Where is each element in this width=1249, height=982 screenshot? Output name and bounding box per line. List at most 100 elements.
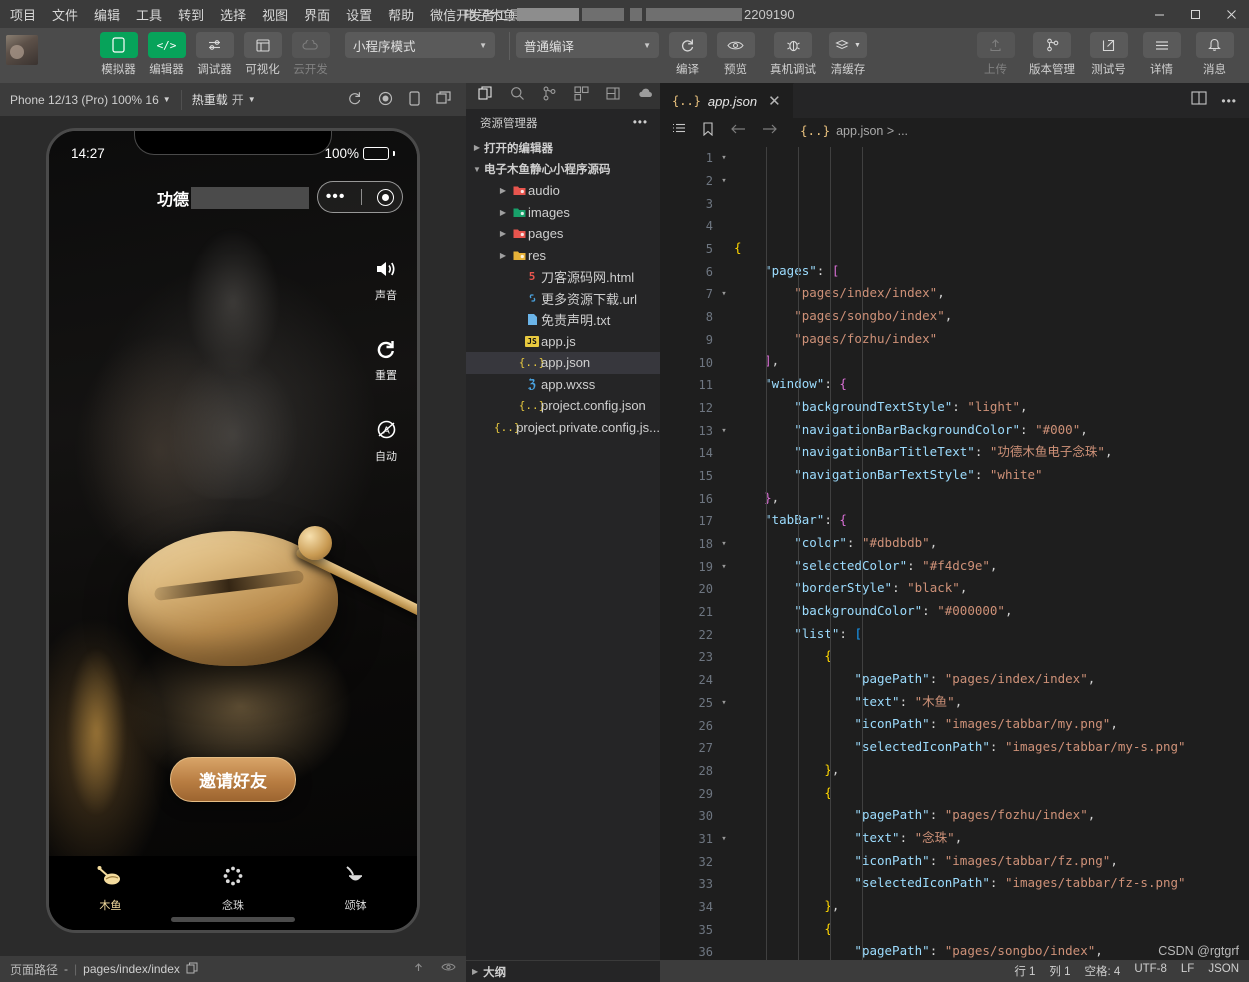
code-line-20[interactable]: "pagePath": "pages/index/index",	[734, 668, 1249, 691]
status-item-3[interactable]: UTF-8	[1134, 963, 1167, 979]
toolbar-editor-button[interactable]: </> 编辑器	[144, 32, 189, 77]
fold-toggle[interactable]: ▾	[718, 539, 730, 549]
code-content[interactable]: { "pages": [ "pages/index/index", "pages…	[734, 143, 1249, 960]
status-item-4[interactable]: LF	[1181, 963, 1194, 979]
toolbar-message-button[interactable]: 消息	[1192, 32, 1237, 77]
code-line-8[interactable]: "backgroundTextStyle": "light",	[734, 396, 1249, 419]
code-line-7[interactable]: "window": {	[734, 373, 1249, 396]
code-line-13[interactable]: "tabBar": {	[734, 509, 1249, 532]
record-icon[interactable]	[378, 91, 393, 109]
tree-item-audio[interactable]: ▶ audio	[466, 180, 660, 202]
code-line-2[interactable]: "pages": [	[734, 260, 1249, 283]
toolbar-debugger-button[interactable]: 调试器	[192, 32, 237, 77]
code-line-31[interactable]: {	[734, 918, 1249, 941]
multi-window-icon[interactable]	[436, 90, 452, 109]
toolbar-compile-button[interactable]: 编译	[665, 32, 710, 77]
code-line-27[interactable]: "text": "念珠",	[734, 827, 1249, 850]
capsule-more-icon[interactable]: •••	[326, 189, 346, 205]
bookmark-icon[interactable]	[702, 122, 714, 139]
tree-item--txt[interactable]: 免责声明.txt	[466, 309, 660, 331]
code-line-14[interactable]: "color": "#dbdbdb",	[734, 532, 1249, 555]
eye-status-icon[interactable]	[441, 961, 456, 977]
fold-toggle[interactable]: ▾	[718, 289, 730, 299]
code-line-23[interactable]: "selectedIconPath": "images/tabbar/my-s.…	[734, 736, 1249, 759]
device-select[interactable]: Phone 12/13 (Pro) 100% 16 ▼	[0, 93, 181, 107]
toolbar-details-button[interactable]: 详情	[1139, 32, 1184, 77]
explorer-icon[interactable]	[478, 86, 493, 106]
fold-toggle[interactable]: ▾	[718, 698, 730, 708]
tree-item-images[interactable]: ▶ images	[466, 202, 660, 224]
reset-action[interactable]: 重置	[375, 339, 397, 383]
forward-arrow-icon[interactable]	[762, 123, 778, 138]
compile-select[interactable]: 普通编译 ▼	[516, 32, 659, 58]
device-icon[interactable]	[409, 90, 420, 109]
close-icon[interactable]: ✕	[768, 92, 781, 110]
fold-toggle[interactable]: ▾	[718, 176, 730, 186]
toolbar-preview-button[interactable]: 预览	[713, 32, 758, 77]
tree-item-res[interactable]: ▶ res	[466, 245, 660, 267]
tree-item-app-wxss[interactable]: ℨapp.wxss	[466, 374, 660, 396]
menu-item-4[interactable]: 转到	[170, 2, 212, 27]
code-line-26[interactable]: "pagePath": "pages/fozhu/index",	[734, 804, 1249, 827]
menu-item-8[interactable]: 设置	[338, 2, 380, 27]
code-line-25[interactable]: {	[734, 782, 1249, 805]
hot-reload-control[interactable]: 热重载 开 ▼	[182, 91, 266, 108]
extensions-icon[interactable]	[574, 86, 589, 106]
toolbar-simulator-button[interactable]: 模拟器	[96, 32, 141, 77]
status-item-1[interactable]: 列 1	[1049, 963, 1070, 979]
code-line-18[interactable]: "list": [	[734, 623, 1249, 646]
code-line-3[interactable]: "pages/index/index",	[734, 282, 1249, 305]
code-line-22[interactable]: "iconPath": "images/tabbar/my.png",	[734, 713, 1249, 736]
tree-item-pages[interactable]: ▶ pages	[466, 223, 660, 245]
back-arrow-icon[interactable]	[730, 123, 746, 138]
outline-icon[interactable]	[672, 123, 686, 138]
toolbar-upload-button[interactable]: 上传	[973, 32, 1018, 77]
status-item-2[interactable]: 空格: 4	[1085, 963, 1121, 979]
code-line-5[interactable]: "pages/fozhu/index"	[734, 328, 1249, 351]
menu-item-5[interactable]: 选择	[212, 2, 254, 27]
editor-tab-appjson[interactable]: {..} app.json ✕	[660, 83, 794, 118]
auto-action[interactable]: A 自动	[375, 419, 397, 464]
code-line-6[interactable]: ],	[734, 350, 1249, 373]
menu-item-6[interactable]: 视图	[254, 2, 296, 27]
code-line-9[interactable]: "navigationBarBackgroundColor": "#000",	[734, 419, 1249, 442]
code-line-19[interactable]: {	[734, 645, 1249, 668]
fold-toggle[interactable]: ▾	[718, 834, 730, 844]
tree-item-project-private-config-js-[interactable]: {..} project.private.config.js...	[466, 417, 660, 439]
mode-select[interactable]: 小程序模式 ▼	[345, 32, 495, 58]
menu-item-7[interactable]: 界面	[296, 2, 338, 27]
menu-item-3[interactable]: 工具	[128, 2, 170, 27]
source-control-icon[interactable]	[542, 86, 557, 106]
status-item-0[interactable]: 行 1	[1014, 963, 1035, 979]
code-line-30[interactable]: },	[734, 895, 1249, 918]
debug-icon[interactable]	[606, 86, 621, 106]
code-line-17[interactable]: "backgroundColor": "#000000",	[734, 600, 1249, 623]
code-line-1[interactable]: {	[734, 237, 1249, 260]
ellipsis-icon[interactable]: •••	[1221, 94, 1237, 108]
upload-status-icon[interactable]	[412, 961, 425, 977]
page-path-value[interactable]: pages/index/index	[83, 962, 180, 976]
sound-action[interactable]: 声音	[375, 259, 397, 303]
tree-item--html[interactable]: 5 刀客源码网.html	[466, 266, 660, 288]
fold-toggle[interactable]: ▾	[718, 562, 730, 572]
code-line-16[interactable]: "borderStyle": "black",	[734, 577, 1249, 600]
menu-item-1[interactable]: 文件	[44, 2, 86, 27]
code-line-21[interactable]: "text": "木鱼",	[734, 691, 1249, 714]
code-line-10[interactable]: "navigationBarTitleText": "功德木鱼电子念珠",	[734, 441, 1249, 464]
toolbar-realdevice-button[interactable]: 真机调试	[767, 32, 819, 77]
fold-toggle[interactable]: ▾	[718, 153, 730, 163]
menu-item-0[interactable]: 项目	[2, 2, 44, 27]
toolbar-clearcache-button[interactable]: ▼ 清缓存	[822, 32, 874, 77]
tree-section-1[interactable]: ▼ 电子木鱼静心小程序源码	[466, 159, 660, 181]
tree-section-0[interactable]: ▶ 打开的编辑器	[466, 137, 660, 159]
cloud-icon[interactable]	[638, 87, 654, 105]
fold-toggle[interactable]: ▾	[718, 426, 730, 436]
code-line-15[interactable]: "selectedColor": "#f4dc9e",	[734, 555, 1249, 578]
search-icon[interactable]	[510, 86, 525, 106]
code-line-28[interactable]: "iconPath": "images/tabbar/fz.png",	[734, 850, 1249, 873]
tree-item-app-js[interactable]: JS app.js	[466, 331, 660, 353]
user-avatar[interactable]	[6, 35, 38, 65]
status-item-5[interactable]: JSON	[1208, 963, 1239, 979]
minimize-button[interactable]	[1141, 0, 1177, 28]
close-button[interactable]	[1213, 0, 1249, 28]
